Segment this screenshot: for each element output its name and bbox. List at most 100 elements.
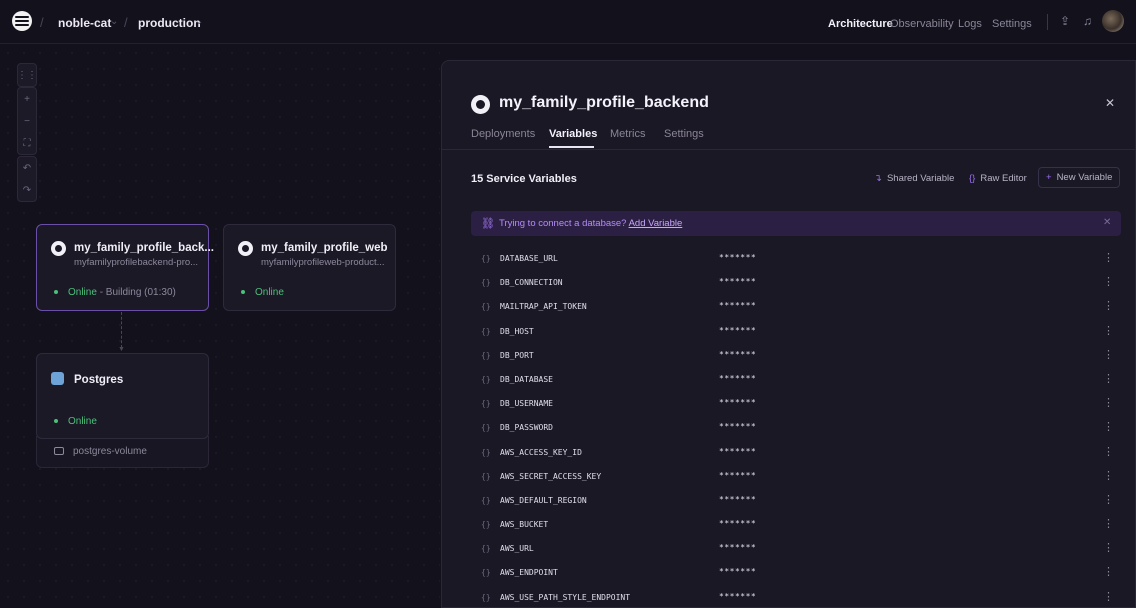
volume-icon [54, 447, 64, 455]
nav-logs[interactable]: Logs [958, 18, 982, 30]
volume-name: postgres-volume [73, 446, 147, 457]
railway-logo-icon[interactable] [12, 11, 32, 31]
variable-row[interactable]: {} AWS_DEFAULT_REGION ******* ⋮ [471, 490, 1121, 514]
more-options-icon[interactable]: ⋮ [1103, 565, 1114, 578]
more-options-icon[interactable]: ⋮ [1103, 469, 1114, 482]
connect-database-hint: ⛓ Trying to connect a database? Add Vari… [471, 211, 1121, 236]
variable-row[interactable]: {} AWS_ENDPOINT ******* ⋮ [471, 562, 1121, 586]
panel-title: my_family_profile_backend [499, 94, 709, 111]
variable-name: MAILTRAP_API_TOKEN [500, 302, 587, 312]
more-options-icon[interactable]: ⋮ [1103, 445, 1114, 458]
close-icon[interactable]: ✕ [1103, 217, 1111, 228]
fit-view-icon[interactable]: ⛶ [18, 132, 36, 154]
divider [442, 149, 1136, 150]
variable-row[interactable]: {} AWS_URL ******* ⋮ [471, 538, 1121, 562]
variable-value[interactable]: ******* [719, 592, 756, 601]
variable-value[interactable]: ******* [719, 398, 756, 407]
more-options-icon[interactable]: ⋮ [1103, 348, 1114, 361]
variable-row[interactable]: {} DB_PASSWORD ******* ⋮ [471, 417, 1121, 441]
chevron-down-icon[interactable]: ⌄ [195, 16, 203, 27]
nav-settings[interactable]: Settings [992, 18, 1032, 30]
more-options-icon[interactable]: ⋮ [1103, 590, 1114, 603]
new-variable-button[interactable]: + New Variable [1038, 167, 1121, 188]
close-icon[interactable]: ✕ [1105, 96, 1115, 110]
service-panel: my_family_profile_backend ✕ Deployments … [441, 60, 1136, 608]
tab-variables[interactable]: Variables [549, 128, 597, 140]
variable-icon: {} [481, 302, 491, 312]
avatar[interactable] [1102, 10, 1124, 32]
grid-icon[interactable]: ⋮⋮ [17, 64, 37, 86]
more-options-icon[interactable]: ⋮ [1103, 541, 1114, 554]
toolbar-grid: ⋮⋮ [17, 63, 37, 87]
variable-row[interactable]: {} DB_HOST ******* ⋮ [471, 321, 1121, 345]
variable-value[interactable]: ******* [719, 326, 756, 335]
volume-attachment[interactable]: postgres-volume [36, 436, 209, 468]
more-options-icon[interactable]: ⋮ [1103, 396, 1114, 409]
variable-value[interactable]: ******* [719, 350, 756, 359]
shared-variable-button[interactable]: ↴ Shared Variable [874, 173, 954, 184]
variable-name: DB_HOST [500, 326, 534, 336]
nav-observability[interactable]: Observability [890, 18, 954, 30]
bell-icon[interactable]: ♫ [1083, 14, 1092, 28]
raw-editor-button[interactable]: {} Raw Editor [969, 173, 1027, 184]
service-name: my_family_profile_web [261, 242, 388, 254]
more-options-icon[interactable]: ⋮ [1103, 324, 1114, 337]
architecture-canvas[interactable]: ⋮⋮ + − ⛶ ↶ ↷ [0, 45, 440, 608]
variable-row[interactable]: {} MAILTRAP_API_TOKEN ******* ⋮ [471, 296, 1121, 320]
nav-architecture[interactable]: Architecture [828, 18, 893, 30]
variable-row[interactable]: {} AWS_ACCESS_KEY_ID ******* ⋮ [471, 442, 1121, 466]
more-options-icon[interactable]: ⋮ [1103, 299, 1114, 312]
variable-icon: {} [481, 592, 491, 602]
tab-metrics[interactable]: Metrics [610, 128, 645, 140]
service-name: my_family_profile_back... [74, 242, 214, 254]
variable-value[interactable]: ******* [719, 543, 756, 552]
more-options-icon[interactable]: ⋮ [1103, 493, 1114, 506]
variable-name: DB_CONNECTION [500, 278, 563, 288]
variable-row[interactable]: {} AWS_SECRET_ACCESS_KEY ******* ⋮ [471, 466, 1121, 490]
variable-value[interactable]: ******* [719, 495, 756, 504]
variable-value[interactable]: ******* [719, 301, 756, 310]
variable-value[interactable]: ******* [719, 277, 756, 286]
more-options-icon[interactable]: ⋮ [1103, 275, 1114, 288]
variable-row[interactable]: {} DATABASE_URL ******* ⋮ [471, 248, 1121, 272]
variable-row[interactable]: {} AWS_USE_PATH_STYLE_ENDPOINT ******* ⋮ [471, 587, 1121, 608]
variable-row[interactable]: {} DB_DATABASE ******* ⋮ [471, 369, 1121, 393]
variable-value[interactable]: ******* [719, 374, 756, 383]
variable-value[interactable]: ******* [719, 519, 756, 528]
project-name[interactable]: noble-cat [58, 16, 111, 30]
zoom-out-icon[interactable]: − [18, 110, 36, 132]
variable-value[interactable]: ******* [719, 567, 756, 576]
zoom-in-icon[interactable]: + [18, 88, 36, 110]
variable-name: AWS_ENDPOINT [500, 568, 558, 578]
variable-value[interactable]: ******* [719, 422, 756, 431]
tab-settings[interactable]: Settings [664, 128, 704, 140]
more-options-icon[interactable]: ⋮ [1103, 420, 1114, 433]
variable-row[interactable]: {} DB_CONNECTION ******* ⋮ [471, 272, 1121, 296]
tab-deployments[interactable]: Deployments [471, 128, 535, 140]
variable-row[interactable]: {} DB_PORT ******* ⋮ [471, 345, 1121, 369]
variable-icon: {} [481, 495, 491, 505]
redo-icon[interactable]: ↷ [18, 179, 36, 201]
variable-value[interactable]: ******* [719, 471, 756, 480]
chevron-down-icon[interactable]: ⌄ [110, 16, 118, 27]
more-options-icon[interactable]: ⋮ [1103, 517, 1114, 530]
share-icon[interactable]: ⇪ [1060, 14, 1070, 28]
service-card-web[interactable]: my_family_profile_web myfamilyprofileweb… [223, 224, 396, 311]
more-options-icon[interactable]: ⋮ [1103, 251, 1114, 264]
status-label: Online [68, 416, 97, 427]
environment-name[interactable]: production [138, 16, 201, 30]
variable-row[interactable]: {} DB_USERNAME ******* ⋮ [471, 393, 1121, 417]
database-card-postgres[interactable]: Postgres Online [36, 353, 209, 439]
variable-row[interactable]: {} AWS_BUCKET ******* ⋮ [471, 514, 1121, 538]
build-status: - Building (01:30) [99, 287, 176, 298]
variable-name: DB_PASSWORD [500, 423, 553, 433]
service-domain: myfamilyprofileweb-product... [261, 257, 385, 268]
undo-icon[interactable]: ↶ [18, 157, 36, 179]
add-variable-link[interactable]: Add Variable [629, 218, 683, 229]
status-label: Online [255, 287, 284, 298]
more-options-icon[interactable]: ⋮ [1103, 372, 1114, 385]
braces-icon: {} [969, 173, 976, 184]
variable-value[interactable]: ******* [719, 253, 756, 262]
service-card-backend[interactable]: my_family_profile_back... myfamilyprofil… [36, 224, 214, 311]
variable-value[interactable]: ******* [719, 447, 756, 456]
